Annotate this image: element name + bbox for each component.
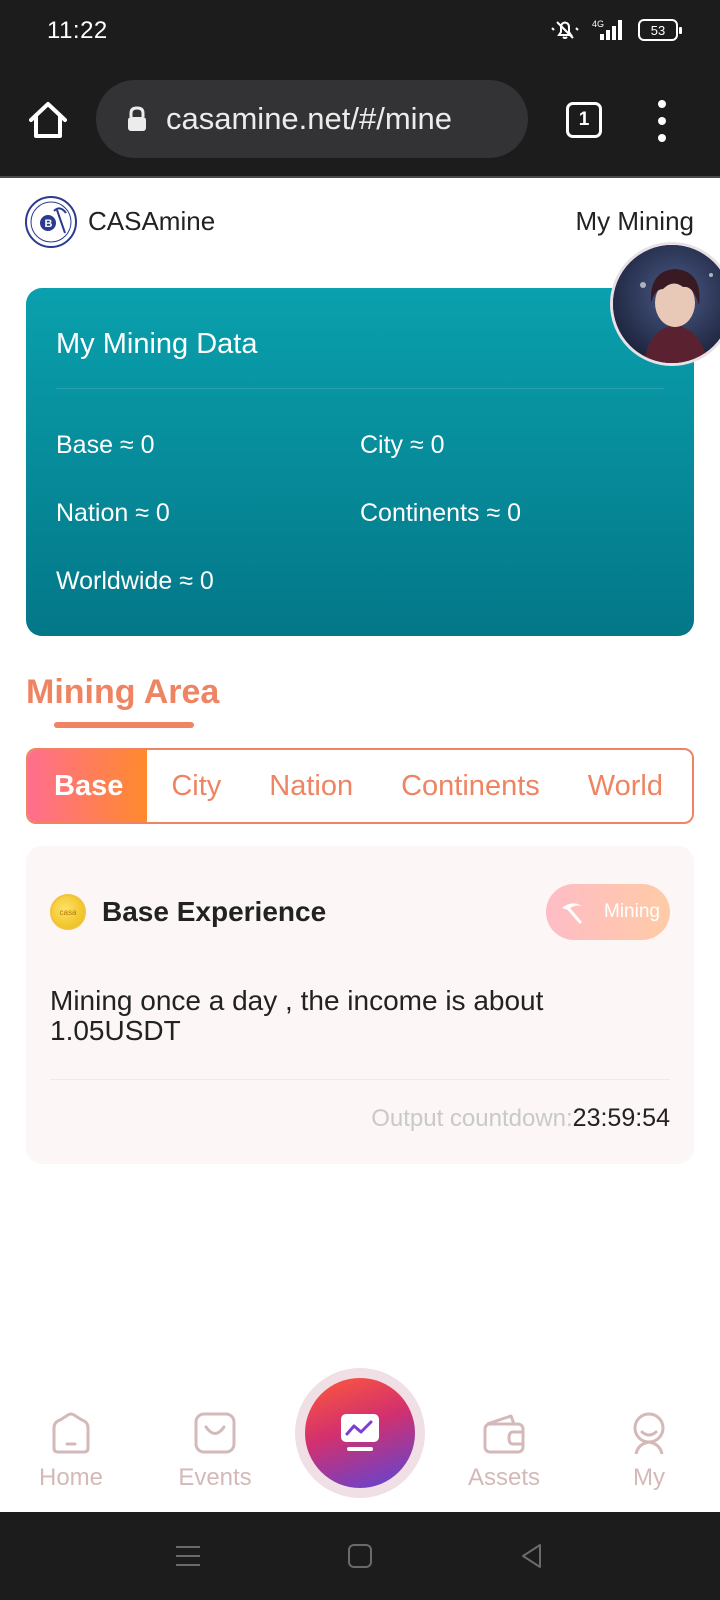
card-divider: [56, 388, 664, 389]
pickaxe-icon: [562, 903, 582, 924]
section-underline: [54, 722, 194, 728]
tab-worldwide[interactable]: World: [564, 750, 687, 822]
url-text: casamine.net/#/mine: [166, 101, 453, 136]
mining-area-title: Mining Area: [26, 673, 220, 711]
casa-coin-icon: casa: [50, 894, 86, 930]
base-experience-card: casa Base Experience Mining Mining once …: [26, 846, 694, 1164]
shopping-bag-icon: [194, 1412, 236, 1454]
home-icon: [52, 1412, 90, 1454]
status-time: 11:22: [47, 17, 108, 44]
mining-button[interactable]: Mining: [546, 884, 670, 940]
lock-icon: [128, 106, 146, 131]
system-home-icon[interactable]: [344, 1540, 376, 1572]
nav-assets[interactable]: Assets: [449, 1410, 559, 1492]
mining-data-title: My Mining Data: [56, 328, 258, 360]
nav-events[interactable]: Events: [160, 1410, 270, 1492]
svg-text:B: B: [45, 218, 53, 230]
tab-nation[interactable]: Nation: [245, 750, 377, 822]
url-bar[interactable]: casamine.net/#/mine: [96, 80, 528, 158]
tab-continents[interactable]: Continents: [377, 750, 564, 822]
wallet-icon: [483, 1414, 525, 1454]
countdown-label: Output countdown:: [371, 1105, 573, 1132]
tab-switcher-button[interactable]: 1: [566, 102, 602, 138]
network-label: 4G: [592, 19, 604, 29]
profile-icon: [633, 1412, 665, 1455]
casamine-logo: B: [25, 196, 77, 248]
stat-nation: Nation ≈ 0: [56, 499, 170, 527]
nav-mine-center-button[interactable]: [305, 1378, 415, 1488]
experience-description: Mining once a day , the income is about …: [50, 985, 544, 1046]
tab-city[interactable]: City: [147, 750, 245, 822]
brand-name: CASAmine: [88, 206, 216, 236]
nav-assets-label: Assets: [467, 1464, 541, 1491]
nav-my[interactable]: My: [594, 1410, 704, 1492]
stat-city: City ≈ 0: [360, 431, 445, 459]
card-divider: [50, 1079, 670, 1080]
browser-toolbar: casamine.net/#/mine 1: [0, 62, 720, 178]
back-icon[interactable]: [516, 1540, 548, 1572]
mining-button-label: Mining: [604, 901, 660, 922]
countdown-value: 23:59:54: [572, 1104, 670, 1132]
mute-notification-icon: [551, 21, 579, 39]
nav-home-label: Home: [38, 1464, 104, 1491]
output-countdown: Output countdown:23:59:54: [371, 1104, 670, 1133]
browser-menu-icon[interactable]: [656, 100, 668, 142]
battery-icon: 53: [638, 19, 682, 41]
my-mining-link[interactable]: My Mining: [576, 206, 694, 237]
tab-base[interactable]: Base: [28, 750, 148, 822]
recent-apps-icon[interactable]: [172, 1540, 204, 1572]
browser-home-icon[interactable]: [26, 98, 70, 142]
chart-screen-icon: [341, 1414, 379, 1451]
stat-continents: Continents ≈ 0: [360, 499, 522, 527]
nav-my-label: My: [633, 1464, 665, 1491]
nav-events-label: Events: [178, 1464, 252, 1491]
battery-level: 53: [650, 22, 666, 38]
nav-home[interactable]: Home: [16, 1410, 126, 1492]
mining-area-tabs: Base City Nation Continents World: [26, 748, 694, 824]
system-nav-bar: [0, 1512, 720, 1600]
stat-base: Base ≈ 0: [56, 431, 155, 459]
status-icons: 4G 53: [550, 18, 682, 42]
status-bar: 11:22 4G 53: [0, 0, 720, 62]
experience-title: Base Experience: [102, 896, 327, 927]
stat-worldwide: Worldwide ≈ 0: [56, 567, 214, 595]
mining-data-card: My Mining Data Base ≈ 0 City ≈ 0 Nation …: [26, 288, 694, 636]
signal-icon: 4G: [592, 19, 622, 40]
